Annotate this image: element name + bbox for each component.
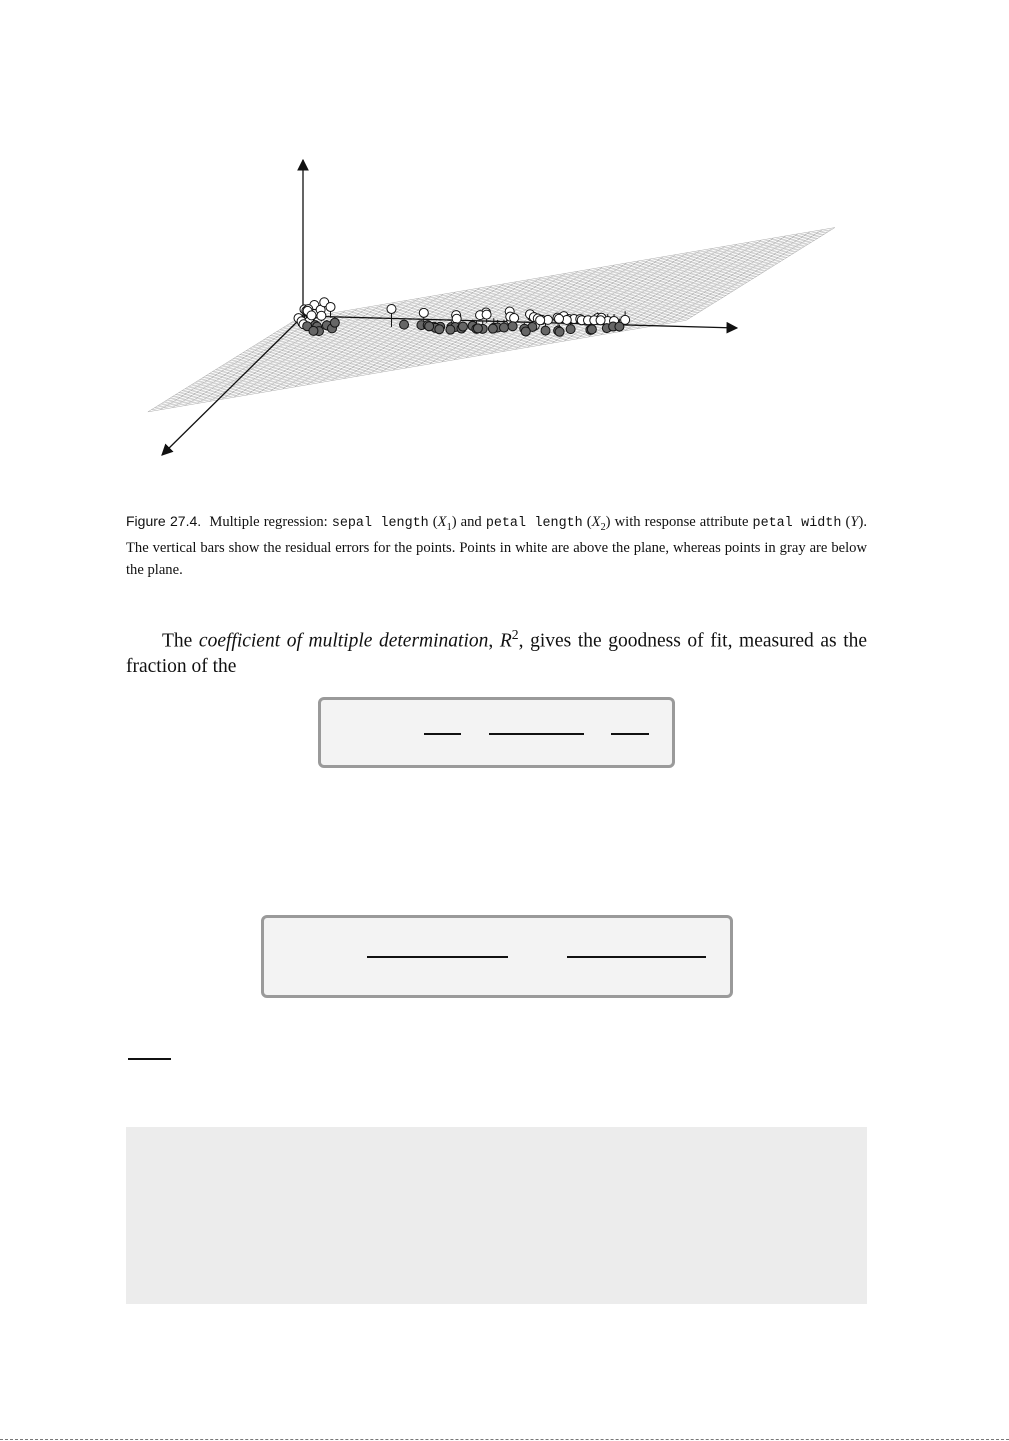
caption-x2: X	[591, 514, 601, 530]
regression-plane	[147, 227, 836, 413]
point-below-plane	[399, 319, 410, 330]
caption-text-6: (	[841, 514, 851, 530]
point-below-plane	[424, 321, 435, 332]
point-below-plane	[540, 325, 551, 336]
point-below-plane	[614, 321, 625, 332]
point-above-plane	[325, 301, 336, 312]
point-below-plane	[586, 324, 597, 335]
regression-3d-figure	[147, 158, 836, 456]
point-below-plane	[457, 321, 468, 332]
plane-grid-line	[624, 237, 774, 331]
para-r-sup: 2	[511, 627, 519, 642]
body-paragraph: The coefficient of multiple determinatio…	[126, 622, 867, 679]
plane-grid-line	[685, 227, 836, 321]
fraction-bar	[367, 956, 508, 958]
point-above-plane	[481, 309, 492, 320]
caption-text-1: Multiple regression:	[209, 514, 332, 530]
point-above-plane	[554, 313, 564, 324]
caption-x1: X	[437, 514, 447, 530]
point-below-plane	[498, 322, 509, 333]
plane-grid-line	[502, 258, 652, 352]
point-above-plane	[418, 307, 429, 318]
point-below-plane	[520, 326, 531, 337]
plane-grid-line	[673, 229, 823, 323]
point-above-plane	[306, 310, 317, 321]
point-above-plane	[509, 313, 520, 324]
plane-grid-line	[649, 233, 799, 327]
caption-var-petal-width: petal width	[752, 516, 842, 531]
left-axis	[161, 315, 304, 456]
plane-grid-line	[637, 235, 787, 329]
plane-grid-line	[514, 256, 664, 350]
caption-text-5: ) with response attribute	[605, 514, 753, 530]
plane-grid-line	[661, 231, 811, 325]
page-bottom-edge	[0, 1439, 1009, 1440]
para-term: coefficient of multiple determination	[198, 630, 489, 652]
point-below-plane	[554, 326, 565, 337]
plane-grid-line	[490, 260, 640, 354]
equation-box-1	[318, 697, 675, 768]
para-text-1: The	[162, 630, 199, 652]
caption-text-2: (	[428, 514, 438, 530]
point-below-plane	[565, 324, 576, 335]
point-below-plane	[434, 324, 445, 335]
point-below-plane	[507, 321, 518, 332]
figure-caption: Figure 27.4. Multiple regression: sepal …	[126, 511, 867, 581]
point-above-plane	[535, 315, 546, 326]
point-below-plane	[487, 323, 498, 334]
equation-box-2	[261, 915, 733, 998]
footnote-rule	[128, 1058, 171, 1060]
point-below-plane	[308, 325, 319, 336]
point-above-plane	[451, 313, 462, 324]
point-above-plane	[595, 315, 606, 326]
para-text-2: ,	[488, 630, 500, 652]
caption-text-3: ) and	[451, 514, 486, 530]
point-below-plane	[472, 323, 483, 334]
plane-grid-line	[612, 239, 762, 334]
caption-text-4: (	[582, 514, 592, 530]
fraction-bar	[611, 733, 649, 735]
caption-var-petal-length: petal length	[485, 516, 583, 531]
shaded-box	[126, 1127, 867, 1304]
point-above-plane	[386, 303, 397, 314]
fraction-bar	[489, 733, 584, 735]
caption-var-sepal-length: sepal length	[331, 516, 429, 531]
point-below-plane	[329, 317, 340, 328]
para-r: R	[499, 630, 512, 652]
plane-grid-line	[478, 262, 628, 356]
axes	[161, 158, 739, 456]
fraction-bar	[567, 956, 706, 958]
point-below-plane	[445, 324, 456, 335]
fraction-bar	[424, 733, 461, 735]
point-above-plane	[316, 310, 327, 321]
figure-label: Figure 27.4.	[126, 513, 202, 529]
